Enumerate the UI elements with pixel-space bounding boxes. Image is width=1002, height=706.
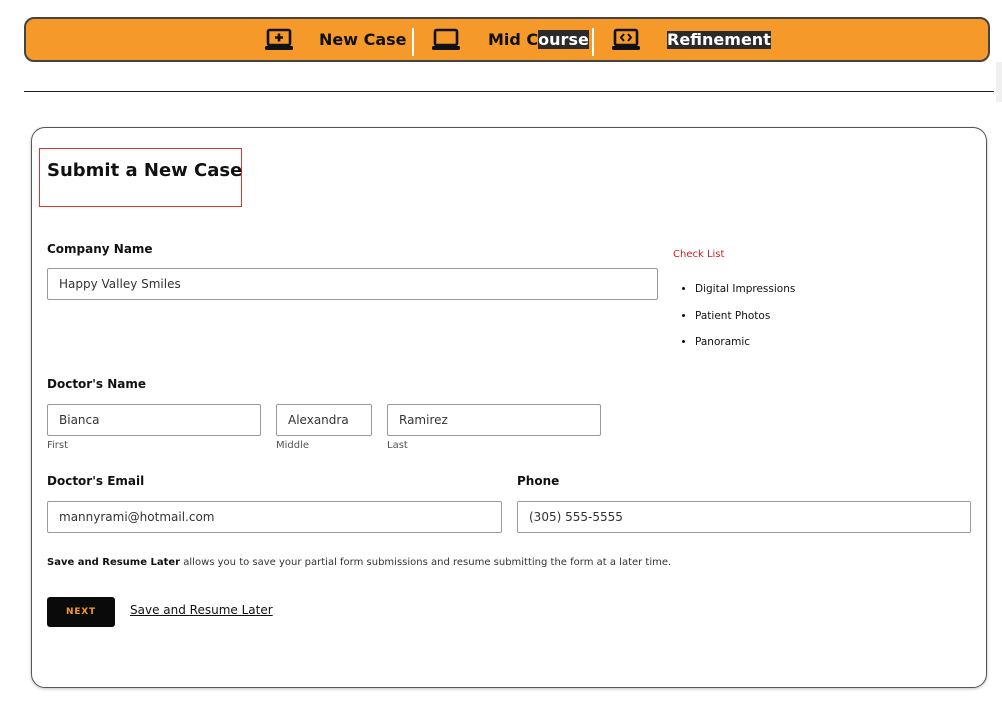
laptop-plus-icon: [265, 28, 293, 50]
laptop-icon: [432, 28, 460, 50]
scrollbar-edge: [996, 62, 1002, 102]
divider: [24, 91, 994, 92]
doctor-name-label: Doctor's Name: [47, 377, 146, 391]
nav-item-new-case[interactable]: [264, 19, 294, 60]
nav-label-refinement[interactable]: Refinement: [667, 31, 771, 49]
nav-label-mid-course[interactable]: Mid Course: [488, 30, 589, 49]
phone-input[interactable]: (305) 555-5555: [517, 501, 971, 533]
doctor-email-input[interactable]: mannyrami@hotmail.com: [47, 501, 502, 533]
nav-label-mid-course-part2: ourse: [538, 30, 589, 49]
save-resume-note-bold: Save and Resume Later: [47, 557, 181, 568]
doctor-email-label: Doctor's Email: [47, 474, 145, 488]
case-type-nav: New Case Mid Course Refinement: [24, 17, 990, 62]
first-name-input[interactable]: Bianca: [47, 404, 261, 436]
checklist-item: Digital Impressions: [695, 276, 795, 303]
page-title: Submit a New Case: [47, 160, 243, 181]
next-button[interactable]: NEXT: [47, 597, 115, 627]
laptop-code-icon: [612, 28, 640, 50]
last-name-input[interactable]: Ramirez: [387, 404, 601, 436]
save-resume-note: Save and Resume Later allows you to save…: [47, 557, 671, 568]
company-name-input[interactable]: Happy Valley Smiles: [47, 268, 658, 300]
middle-name-sublabel: Middle: [276, 440, 310, 451]
company-name-label: Company Name: [47, 242, 153, 256]
nav-separator: [412, 28, 414, 56]
checklist-title: Check List: [673, 249, 725, 260]
last-name-sublabel: Last: [387, 440, 408, 451]
nav-item-mid-course[interactable]: [431, 19, 461, 60]
nav-item-refinement[interactable]: [611, 19, 641, 60]
nav-separator: [592, 28, 594, 56]
first-name-sublabel: First: [47, 440, 69, 451]
checklist-item: Panoramic: [695, 329, 795, 356]
phone-label: Phone: [517, 474, 560, 488]
checklist: Digital Impressions Patient Photos Panor…: [673, 276, 795, 356]
save-resume-later-link[interactable]: Save and Resume Later: [130, 603, 273, 617]
save-resume-note-text: allows you to save your partial form sub…: [180, 557, 672, 568]
middle-name-input[interactable]: Alexandra: [276, 404, 372, 436]
checklist-item: Patient Photos: [695, 303, 795, 330]
nav-label-mid-course-part1: Mid C: [488, 30, 539, 49]
nav-label-new-case[interactable]: New Case: [319, 31, 407, 49]
